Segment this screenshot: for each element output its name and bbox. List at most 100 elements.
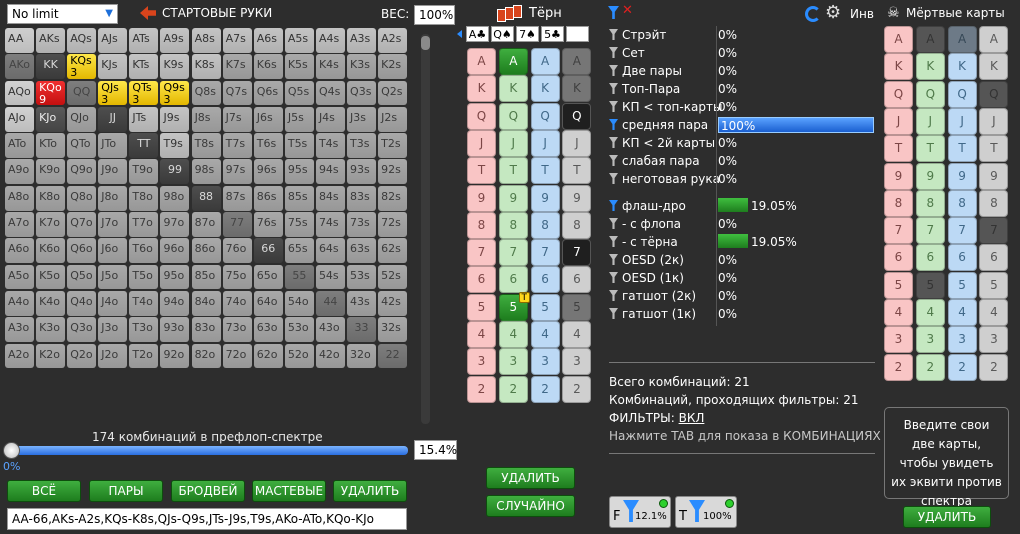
turn-card[interactable]: 4 [498, 321, 528, 348]
dead-cards-delete-button[interactable]: УДАЛИТЬ [903, 506, 991, 528]
turn-card[interactable]: 8 [467, 211, 496, 239]
turn-card[interactable]: J [467, 129, 496, 157]
turn-card[interactable]: 3 [530, 348, 560, 376]
dead-card[interactable]: A [915, 26, 945, 53]
hand-cell[interactable]: K8s [191, 54, 221, 80]
hand-cell[interactable]: 65o [253, 264, 283, 290]
hand-cell[interactable]: A2o [5, 343, 34, 369]
hand-cell[interactable]: 65s [284, 238, 314, 264]
turn-card[interactable]: 2 [562, 375, 592, 403]
hand-cell[interactable]: 52s [378, 264, 408, 290]
hand-cell[interactable]: 92s [378, 159, 408, 185]
hand-cell[interactable]: 74s [315, 212, 345, 237]
hand-cell[interactable]: Q7o [67, 212, 97, 237]
hand-cell[interactable]: A6o [5, 238, 34, 264]
hand-cell[interactable]: 86o [191, 238, 221, 264]
hand-cell[interactable]: A4s [315, 28, 345, 53]
hand-cell[interactable]: KK [36, 54, 66, 80]
hand-cell[interactable]: 75s [284, 212, 314, 237]
hand-cell[interactable]: 87o [191, 212, 221, 237]
stat-row[interactable]: КП < 2й карты [609, 134, 715, 152]
hand-cell[interactable]: 92o [160, 343, 190, 369]
filter-clear-icon[interactable]: ✕ [608, 3, 634, 21]
hand-cell[interactable]: A7o [5, 212, 34, 237]
dead-card[interactable]: A [884, 26, 913, 53]
slider-percent-input[interactable]: 15.4% [414, 440, 457, 460]
hand-cell[interactable]: K5o [36, 264, 66, 290]
turn-card[interactable]: 9 [467, 184, 496, 212]
hand-cell[interactable]: J2o [98, 343, 128, 369]
weight-input[interactable]: 100% [414, 5, 455, 25]
hand-cell[interactable]: AQo [5, 80, 34, 106]
hand-cell[interactable]: J5s [284, 106, 314, 132]
stat-row[interactable]: - с флопа [609, 215, 681, 233]
filter-funnel-icon[interactable] [609, 65, 618, 76]
board-card[interactable]: Q♠ [491, 26, 514, 42]
hand-cell[interactable]: 53s [347, 264, 377, 290]
hand-cell[interactable]: K6o [36, 238, 66, 264]
dead-card[interactable]: 5 [947, 271, 977, 299]
turn-card[interactable]: 2 [498, 375, 528, 403]
turn-card[interactable]: T [530, 157, 560, 185]
hand-cell[interactable]: J2s [378, 106, 408, 132]
hand-cell[interactable]: 73o [222, 317, 252, 343]
hand-cell[interactable]: 95o [160, 264, 190, 290]
dead-card[interactable]: 5 [884, 271, 913, 299]
dead-card[interactable]: 5 [979, 271, 1009, 299]
hand-cell[interactable]: 97s [222, 159, 252, 185]
hand-cell[interactable]: 73s [347, 212, 377, 237]
hand-cell[interactable]: K5s [284, 54, 314, 80]
hand-cell[interactable]: Q9s 3 [160, 80, 190, 106]
dead-card[interactable]: T [884, 135, 913, 163]
hand-cell[interactable]: 77 [222, 212, 252, 237]
hand-cell[interactable]: Q8o [67, 185, 97, 211]
hand-cell[interactable]: Q3o [67, 317, 97, 343]
turn-card[interactable]: A [467, 48, 496, 75]
dead-card[interactable]: Q [884, 80, 913, 108]
back-arrow-icon[interactable] [140, 6, 156, 20]
hand-cell[interactable]: A8s [191, 28, 221, 53]
hand-cell[interactable]: KTo [36, 133, 66, 158]
dead-card[interactable]: K [915, 53, 945, 81]
hand-cell[interactable]: K8o [36, 185, 66, 211]
stat-row[interactable]: Сет [609, 44, 645, 62]
hand-cell[interactable]: Q6o [67, 238, 97, 264]
hand-cell[interactable]: 42s [378, 290, 408, 316]
hand-cell[interactable]: JTo [98, 133, 128, 158]
hand-cell[interactable]: A5s [284, 28, 314, 53]
dead-card[interactable]: Q [947, 80, 977, 108]
hand-cell[interactable]: 75o [222, 264, 252, 290]
hand-cell[interactable]: A3s [347, 28, 377, 53]
hand-cell[interactable]: T8o [129, 185, 159, 211]
hand-cell[interactable]: QJo [67, 106, 97, 132]
hand-cell[interactable]: 53o [284, 317, 314, 343]
stat-row[interactable]: слабая пара [609, 152, 700, 170]
hand-cell[interactable]: K7o [36, 212, 66, 237]
hand-cell[interactable]: 96o [160, 238, 190, 264]
dead-card[interactable]: 4 [947, 299, 977, 326]
select-all-button[interactable]: ВСЁ [7, 480, 81, 502]
filter-funnel-icon[interactable] [609, 218, 618, 229]
hand-cell[interactable]: J8s [191, 106, 221, 132]
hand-cell[interactable]: ATs [129, 28, 159, 53]
hand-cell[interactable]: J8o [98, 185, 128, 211]
dead-card[interactable]: 3 [947, 326, 977, 354]
hand-cell[interactable]: A5o [5, 264, 34, 290]
hand-cell[interactable]: K9o [36, 159, 66, 185]
turn-card[interactable]: A [498, 48, 528, 75]
hand-cell[interactable]: JTs [129, 106, 159, 132]
dead-card[interactable]: J [884, 107, 913, 135]
hand-cell[interactable]: 72o [222, 343, 252, 369]
stat-row[interactable]: Две пары [609, 62, 682, 80]
hand-cell[interactable]: 96s [253, 159, 283, 185]
stat-row[interactable]: Стрэйт [609, 26, 666, 44]
turn-card[interactable]: 3 [467, 348, 496, 376]
hand-cell[interactable]: T2s [378, 133, 408, 158]
hand-cell[interactable]: K4s [315, 54, 345, 80]
hand-cell[interactable]: 82o [191, 343, 221, 369]
hand-cell[interactable]: KTs [129, 54, 159, 80]
turn-card[interactable]: 4 [562, 321, 592, 348]
hand-cell[interactable]: K3s [347, 54, 377, 80]
hand-cell[interactable]: J7o [98, 212, 128, 237]
filter-funnel-icon[interactable] [609, 83, 618, 94]
